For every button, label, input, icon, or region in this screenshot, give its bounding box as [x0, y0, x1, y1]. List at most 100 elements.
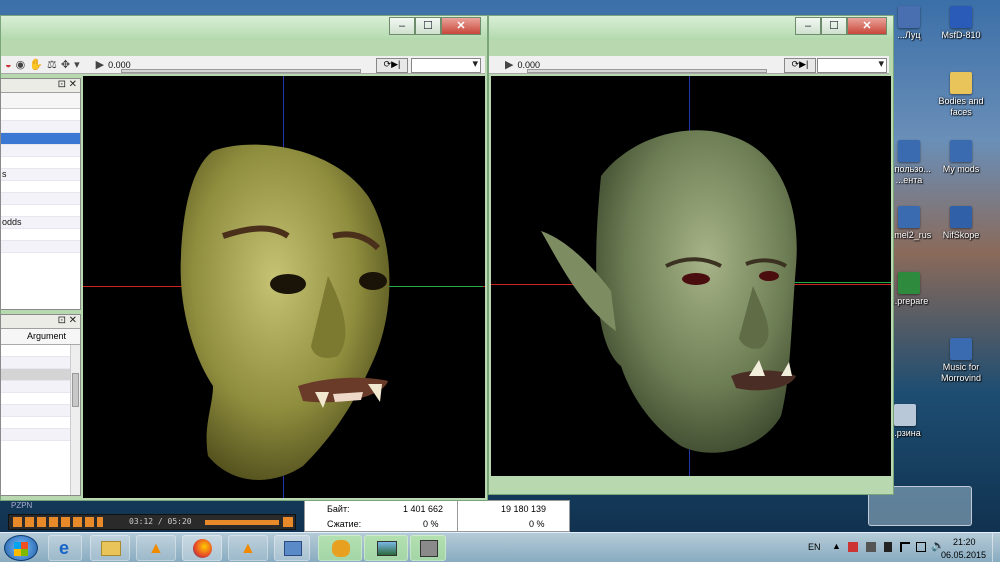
tree-row[interactable] [1, 205, 80, 217]
taskbar-vlc-icon[interactable]: ▲ [136, 535, 176, 561]
tray-flag-icon[interactable] [900, 542, 910, 552]
start-button[interactable] [4, 535, 38, 561]
tree-row[interactable] [1, 193, 80, 205]
right-3d-viewport[interactable] [491, 76, 891, 476]
details-row[interactable] [1, 369, 80, 381]
desktop-icon-nifskope[interactable]: NifSkope [930, 206, 992, 241]
left-animation-combo[interactable] [411, 57, 481, 73]
desktop-icon-label: NifSkope [942, 230, 980, 240]
lips-icon[interactable]: ◒ [5, 59, 12, 71]
desktop-icon-label: ...prepare [889, 296, 929, 306]
play-icon[interactable]: ▶ [505, 58, 513, 71]
move-icon[interactable]: ✥ [61, 58, 70, 71]
player-close-icon[interactable] [283, 517, 293, 527]
desktop-icon-music[interactable]: Music for Morrovind [930, 338, 992, 384]
word-doc-icon [950, 6, 972, 28]
compression-value: 0 % [423, 519, 439, 529]
left-viewer-window[interactable]: – ☐ ✕ ◒ ◉ ✋ ⚖ ✥ ▾ ▶ 0.000 ⟳▶| ▾ ⊡ ✕ s od… [0, 15, 488, 501]
taskbar-ie-icon[interactable]: e [48, 535, 82, 561]
maximize-button[interactable]: ☐ [821, 17, 847, 35]
language-indicator[interactable]: EN [808, 542, 821, 552]
orc-head-model [180, 144, 390, 480]
details-row[interactable] [1, 405, 80, 417]
recycle-bin-icon [894, 404, 916, 426]
argument-column-header[interactable]: Argument [27, 331, 66, 341]
right-animation-combo[interactable] [817, 57, 887, 73]
folder-icon [950, 72, 972, 94]
right-loop-button[interactable]: ⟳▶| [784, 58, 816, 73]
clock-time[interactable]: 21:20 [953, 537, 976, 547]
details-row[interactable] [1, 345, 80, 357]
tray-icon-2[interactable] [866, 542, 876, 552]
windows-logo-icon [14, 542, 28, 556]
app-icon [898, 6, 920, 28]
close-button[interactable]: ✕ [441, 17, 481, 35]
archive-stats-panel: Байт: 1 401 662 19 180 139 Сжатие: 0 % 0… [304, 500, 570, 532]
player-progress[interactable] [205, 520, 279, 525]
tray-icon-3[interactable] [884, 542, 892, 552]
taskbar-firefox-icon[interactable] [182, 535, 222, 561]
minimize-button[interactable]: – [795, 17, 821, 35]
close-button[interactable]: ✕ [847, 17, 887, 35]
left-3d-viewport[interactable] [83, 76, 485, 498]
taskbar-image-viewer-icon[interactable] [364, 535, 408, 561]
taskbar-network-app-icon[interactable] [274, 535, 310, 561]
shortcut-icon [898, 206, 920, 228]
details-scrollbar[interactable] [70, 345, 80, 495]
details-row[interactable] [1, 417, 80, 429]
excel-icon [898, 272, 920, 294]
pin-icon[interactable]: ⊡ [58, 79, 66, 90]
tree-row[interactable] [1, 229, 80, 241]
minimize-button[interactable]: – [389, 17, 415, 35]
left-loop-button[interactable]: ⟳▶| [376, 58, 408, 73]
desktop-icon-msfd[interactable]: MsfD-810 [930, 6, 992, 41]
show-desktop-button[interactable] [992, 533, 1000, 562]
clock-date[interactable]: 06.05.2015 [941, 550, 986, 560]
taskbar: e ▲ ▲ EN ▲ 🔈 21:20 06.05.2015 [0, 532, 1000, 562]
desktop-icon-label: Bodies and faces [938, 96, 984, 117]
taskbar-explorer-icon[interactable] [90, 535, 130, 561]
tree-row-selected[interactable] [1, 133, 80, 145]
taskbar-archiver-icon[interactable] [318, 535, 362, 561]
orc-head-model-alt [541, 130, 797, 453]
tree-row[interactable]: odds [1, 217, 80, 229]
tree-row[interactable] [1, 145, 80, 157]
maximize-button[interactable]: ☐ [415, 17, 441, 35]
details-row[interactable] [1, 429, 80, 441]
hand-icon[interactable]: ✋ [29, 58, 43, 71]
panel-close-icon[interactable]: ✕ [69, 79, 77, 90]
left-timeline-slider[interactable] [121, 69, 361, 73]
desktop-icon-my-mods[interactable]: My mods [930, 140, 992, 175]
desktop-icon-label: My mods [942, 164, 980, 174]
details-row[interactable] [1, 357, 80, 369]
taskbar-nifskope-icon[interactable] [410, 535, 446, 561]
details-column-header: Argument [1, 329, 80, 345]
right-viewer-window[interactable]: – ☐ ✕ ▶ 0.000 ⟳▶| [488, 15, 894, 495]
tray-icon-1[interactable] [848, 542, 858, 552]
shortcut-icon [898, 140, 920, 162]
tray-network-icon[interactable] [916, 542, 926, 552]
taskbar-aimp-icon[interactable]: ▲ [228, 535, 268, 561]
dropdown-icon[interactable]: ▾ [74, 58, 80, 71]
bytes-value-total: 19 180 139 [501, 504, 547, 514]
eye-icon[interactable]: ◉ [16, 58, 26, 71]
tree-row[interactable] [1, 109, 80, 121]
desktop-icon-bodies[interactable]: Bodies and faces [930, 72, 992, 118]
details-row[interactable] [1, 381, 80, 393]
bones-icon[interactable]: ⚖ [47, 58, 57, 71]
tree-row[interactable] [1, 157, 80, 169]
right-time-value: 0.000 [517, 59, 540, 70]
panel-close-icon[interactable]: ✕ [69, 315, 77, 326]
player-controls[interactable] [13, 517, 103, 527]
pin-icon[interactable]: ⊡ [58, 315, 66, 326]
tree-row[interactable] [1, 121, 80, 133]
tree-row[interactable] [1, 181, 80, 193]
details-row[interactable] [1, 393, 80, 405]
play-icon[interactable]: ▶ [96, 58, 104, 71]
tray-expand-icon[interactable]: ▲ [832, 541, 841, 551]
left-time-value: 0.000 [108, 59, 131, 70]
media-player-bar[interactable]: PZPN 03:12 / 05:20 [8, 501, 296, 530]
tree-row[interactable]: s [1, 169, 80, 181]
right-timeline-slider[interactable] [527, 69, 767, 73]
tree-row[interactable] [1, 241, 80, 253]
